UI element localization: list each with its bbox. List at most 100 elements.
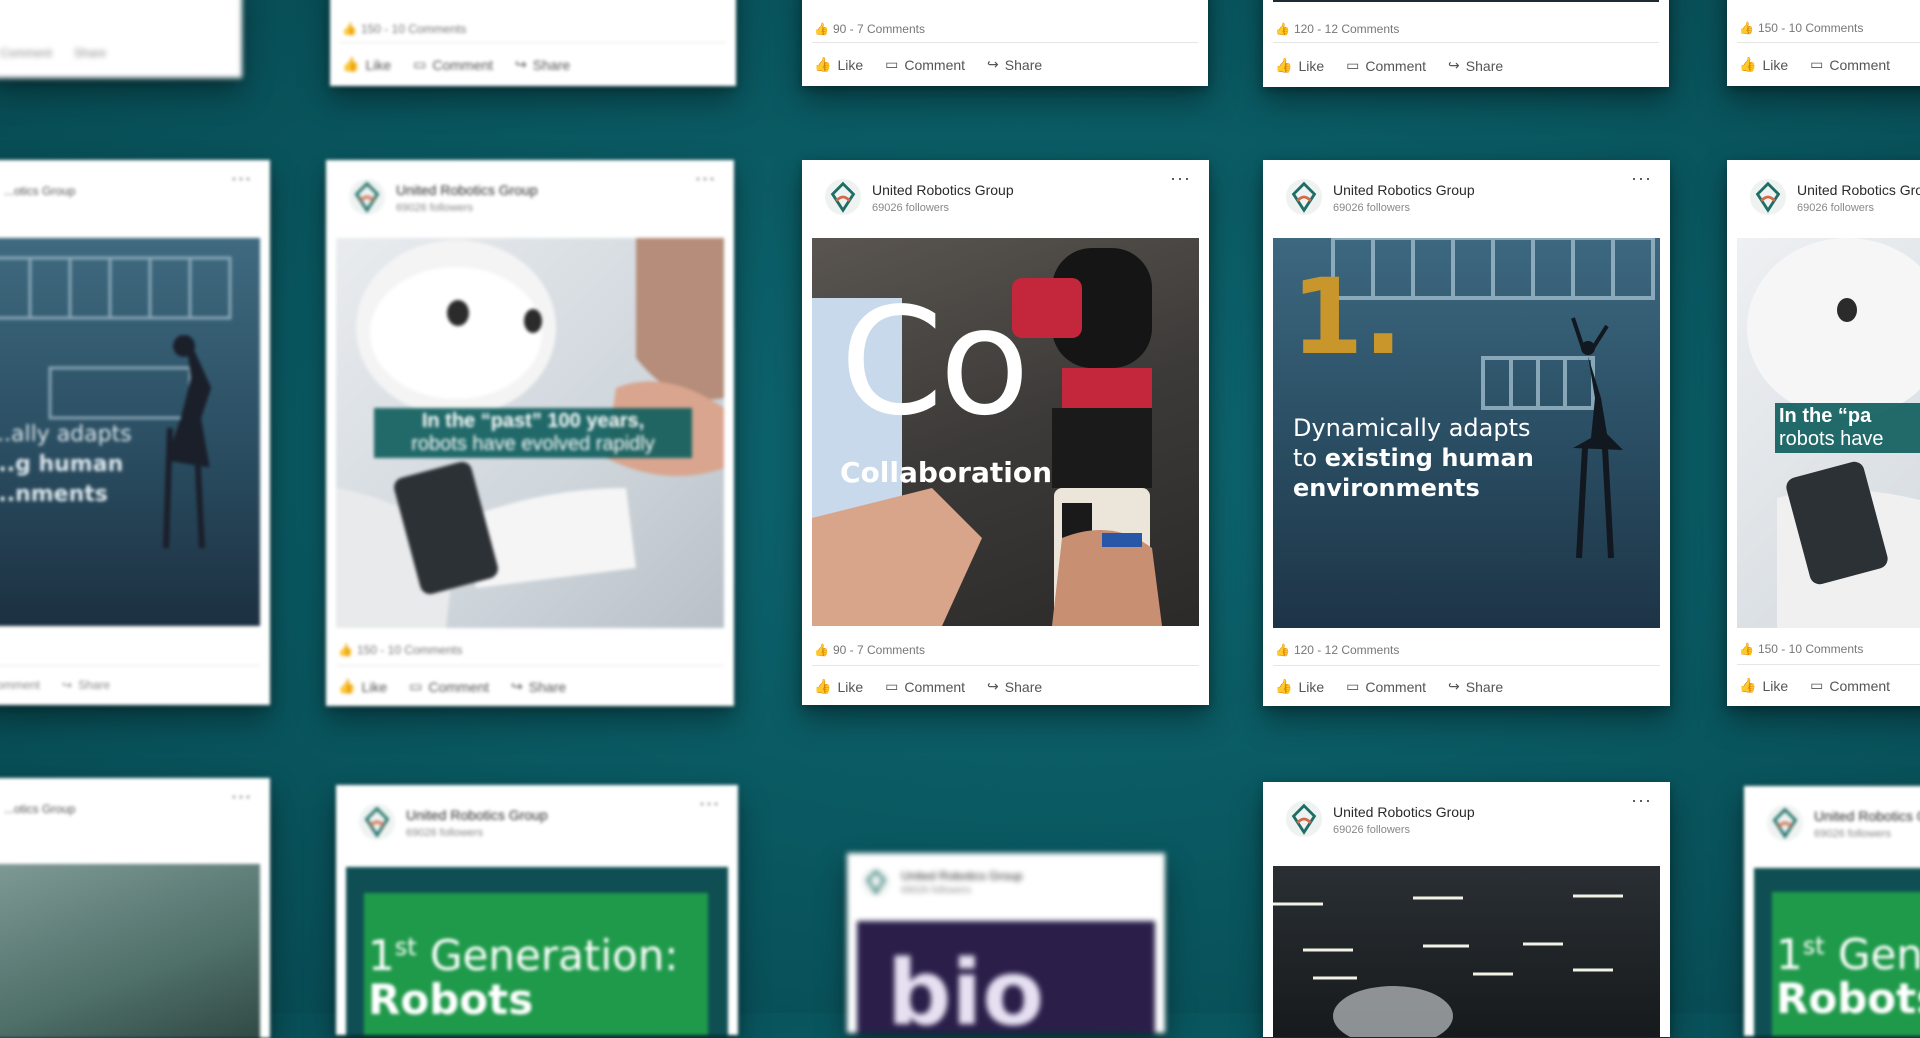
share-button[interactable]: ↪ Share — [987, 678, 1042, 695]
share-button[interactable]: ↪ Share — [1448, 678, 1503, 695]
like-count-icon: 👍 — [814, 22, 829, 36]
share-icon: ↪ — [1448, 57, 1460, 73]
post-header: United Robotics Group 69026 followers ··… — [336, 785, 738, 863]
post-card-top-4: 👍 120 - 12 Comments 👍 Like ▭ Comment ↪ Share — [1263, 0, 1669, 87]
comment-icon: ▭ — [413, 56, 427, 72]
share-button[interactable]: ↪ Share — [511, 678, 566, 695]
comment-button[interactable]: ▭ Comment — [885, 56, 965, 73]
more-options-icon[interactable]: ··· — [231, 168, 252, 189]
comment-button[interactable]: Comment — [0, 678, 40, 692]
org-followers: 69026 followers — [901, 885, 972, 896]
org-name: United Robotics Gro — [1797, 182, 1920, 198]
more-options-icon[interactable]: ··· — [699, 793, 720, 814]
post-stats: 👍 150 - 10 Comments — [1739, 642, 1864, 656]
post-card-top-2: 👍 150 - 10 Comments 👍 Like ▭ Comment ↪ Share — [330, 0, 736, 86]
post-headline: Collaboration — [840, 456, 1053, 489]
org-followers: 69026 followers — [1333, 202, 1411, 214]
caption-bold-text: existing human — [1324, 444, 1534, 472]
org-followers: 69026 followers — [406, 827, 484, 839]
share-icon: ↪ — [1448, 678, 1460, 694]
post-header: United Robotics Gro 69026 followers — [1727, 160, 1920, 238]
post-card-top-5: 👍 150 - 10 Comments 👍 Like ▭ Comment — [1727, 0, 1920, 86]
more-options-icon[interactable]: ··· — [1631, 168, 1652, 189]
org-name: ...otics Group — [4, 184, 76, 198]
post-actions: 👍 Like ▭ Comment ↪ Share — [814, 56, 1196, 73]
caption-text: to — [1293, 444, 1325, 472]
share-button[interactable]: ↪ Share — [987, 56, 1042, 73]
post-actions: 👍 Like ▭ Comment ↪ Share — [338, 678, 722, 695]
post-actions: 👍 Like ▭ Comment ↪ Share — [814, 678, 1197, 695]
org-name: United Robotics G — [1814, 808, 1920, 824]
like-button[interactable]: 👍 Like — [1739, 677, 1788, 694]
comment-button[interactable]: ▭ Comment — [413, 56, 493, 73]
like-count-icon: 👍 — [1739, 21, 1754, 35]
comment-button[interactable]: ▭ Comment — [1346, 678, 1426, 695]
like-button[interactable]: 👍 Like — [814, 678, 863, 695]
caption-line: In the “pa — [1779, 405, 1872, 427]
more-options-icon[interactable]: ··· — [231, 786, 252, 807]
post-headline: bio — [887, 941, 1045, 1033]
comment-icon: ▭ — [409, 678, 423, 694]
share-button[interactable]: ↪ Share — [515, 56, 570, 73]
comment-button[interactable]: ▭ Comment — [1810, 56, 1890, 73]
like-button[interactable]: 👍 Like — [1275, 678, 1324, 695]
post-header: United Robotics Group 69026 followers ··… — [1263, 160, 1670, 238]
caption-line: In the “past” 100 years, — [421, 410, 645, 432]
caption-line: ...g human — [0, 452, 124, 477]
like-count-icon: 👍 — [1275, 22, 1290, 36]
org-name: United Robotics Group — [1333, 182, 1475, 198]
share-button[interactable]: Share — [74, 46, 106, 60]
like-button[interactable]: 👍 Like — [1275, 57, 1324, 74]
post-stats: 👍 120 - 12 Comments — [1275, 643, 1400, 657]
like-button[interactable]: 👍 Like — [338, 678, 387, 695]
caption-line: robots have evolved rapidly — [411, 433, 655, 455]
comment-button[interactable]: ▭ Comment — [1346, 57, 1426, 74]
post-header: United Robotics Group 69026 followers ··… — [326, 160, 734, 238]
org-name: United Robotics Group — [396, 182, 538, 198]
comment-button[interactable]: ▭ Comment — [409, 678, 489, 695]
like-button[interactable]: 👍 Like — [1739, 56, 1788, 73]
comment-button[interactable]: ▭ Comment — [885, 678, 965, 695]
post-headline: 1st Generation: Robots — [368, 931, 679, 1024]
post-actions: 👍 Like ▭ Comment ↪ Share — [342, 56, 724, 73]
post-card-robot-handshake: United Robotics Group 69026 followers ··… — [326, 160, 734, 706]
more-options-icon[interactable]: ··· — [1631, 790, 1652, 811]
post-actions: Comment Share — [0, 46, 230, 60]
united-robotics-logo-icon — [1766, 804, 1804, 842]
post-actions: 👍 Like ▭ Comment ↪ Share — [1275, 678, 1658, 695]
post-big-letters: Co — [840, 276, 1030, 448]
comment-button[interactable]: ▭ Comment — [1810, 677, 1890, 694]
thumbs-up-icon: 👍 — [338, 678, 356, 694]
org-followers: 69026 followers — [1797, 202, 1875, 214]
post-actions: 👍 Like ▭ Comment ↪ Share — [1275, 57, 1657, 74]
post-stats: 👍 150 - 10 Comments — [1739, 21, 1864, 35]
post-actions: 👍 Like ▭ Comment — [1739, 56, 1920, 73]
comment-icon: ▭ — [1346, 678, 1360, 694]
org-name: United Robotics Group — [406, 807, 548, 823]
like-button[interactable]: 👍 Like — [814, 56, 863, 73]
post-image: Co Collaboration — [812, 238, 1199, 626]
share-button[interactable]: ↪ Share — [62, 678, 110, 692]
post-number: 1. — [1291, 256, 1403, 378]
comment-icon: ▭ — [885, 678, 899, 694]
like-button[interactable]: 👍 Like — [342, 56, 391, 73]
post-card-dynamically-adapts: United Robotics Group 69026 followers ··… — [1263, 160, 1670, 706]
org-name: United Robotics Group — [901, 869, 1023, 883]
united-robotics-logo-icon — [824, 178, 862, 216]
thumbs-up-icon: 👍 — [1739, 677, 1757, 693]
caption-line: environments — [1293, 474, 1480, 502]
post-actions: Comment ↪Share — [0, 678, 258, 692]
like-count-icon: 👍 — [1275, 643, 1290, 657]
post-stats: 👍 90 - 7 Comments — [814, 643, 925, 657]
post-stats: 👍 150 - 10 Comments — [338, 643, 463, 657]
org-followers: 69026 followers — [872, 202, 950, 214]
org-name: United Robotics Group — [1333, 804, 1475, 820]
comment-button[interactable]: Comment — [0, 46, 52, 60]
caption-line: Dynamically adapts — [1293, 414, 1531, 442]
more-options-icon[interactable]: ··· — [695, 168, 716, 189]
post-image — [0, 864, 260, 1038]
more-options-icon[interactable]: ··· — [1170, 168, 1191, 189]
post-image: bio — [857, 921, 1155, 1033]
share-button[interactable]: ↪ Share — [1448, 57, 1503, 74]
post-header: United Robotics Group 69026 followers ··… — [802, 160, 1209, 238]
